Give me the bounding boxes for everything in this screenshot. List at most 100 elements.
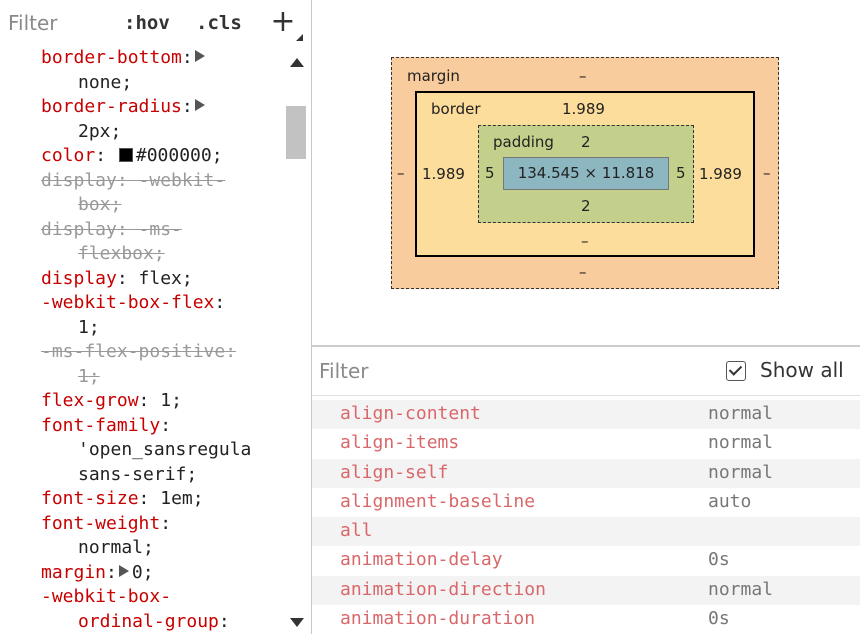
style-property-font-weight[interactable]: font-weight: normal; bbox=[0, 512, 282, 561]
show-all-label[interactable]: Show all bbox=[760, 358, 844, 382]
border-label: border bbox=[431, 100, 481, 118]
property-value[interactable]: 'open_sansregula bbox=[78, 439, 251, 460]
property-value[interactable]: none bbox=[78, 72, 121, 93]
property-name[interactable]: display bbox=[41, 219, 117, 240]
computed-property-value: normal bbox=[708, 461, 774, 483]
computed-property-value: 0s bbox=[708, 608, 730, 630]
margin-left-value[interactable]: – bbox=[397, 164, 405, 182]
property-value[interactable]: 1em bbox=[149, 488, 193, 509]
margin-bottom-value[interactable]: – bbox=[579, 263, 587, 281]
expand-triangle-icon[interactable] bbox=[194, 50, 205, 62]
computed-row[interactable]: align-items normal bbox=[312, 429, 860, 458]
computed-property-name[interactable]: alignment-baseline bbox=[340, 491, 535, 512]
property-name[interactable]: -webkit-box-flex bbox=[41, 292, 214, 313]
property-name[interactable]: -ms-flex-positive bbox=[41, 341, 225, 362]
computed-property-name[interactable]: animation-direction bbox=[340, 579, 546, 600]
padding-left-value[interactable]: 5 bbox=[485, 164, 495, 182]
style-property-font-size[interactable]: font-size: 1em; bbox=[0, 487, 282, 512]
computed-property-value: normal bbox=[708, 432, 774, 454]
computed-row[interactable]: align-content normal bbox=[312, 400, 860, 430]
style-property-margin[interactable]: margin: 0; bbox=[0, 561, 282, 586]
styles-scrollbar[interactable] bbox=[282, 46, 311, 634]
expand-triangle-icon[interactable] bbox=[118, 564, 129, 577]
border-left-value[interactable]: 1.989 bbox=[422, 165, 465, 183]
border-top-value[interactable]: 1.989 bbox=[562, 100, 605, 118]
margin-top-value[interactable]: – bbox=[579, 67, 587, 85]
computed-row[interactable]: animation-direction normal bbox=[312, 575, 860, 606]
property-name[interactable]: display bbox=[41, 170, 117, 191]
show-all-checkbox[interactable] bbox=[726, 361, 746, 381]
property-name[interactable]: border-radius bbox=[41, 96, 182, 117]
property-value-continued: sans-serif bbox=[78, 463, 187, 485]
computed-filter-input[interactable] bbox=[312, 353, 612, 389]
property-value[interactable]: 0 bbox=[132, 562, 143, 583]
property-name[interactable]: font-family bbox=[41, 415, 160, 436]
computed-property-name[interactable]: align-content bbox=[340, 403, 481, 424]
box-model-border[interactable]: border 1.989 1.989 1.989 – padding 2 5 5… bbox=[415, 91, 755, 257]
style-property-font-family[interactable]: font-family: 'open_sansregula sans-serif… bbox=[0, 414, 282, 488]
scroll-down-arrow-icon[interactable] bbox=[290, 618, 304, 627]
style-property-border-radius[interactable]: border-radius: 2px; bbox=[0, 95, 282, 144]
computed-property-name[interactable]: animation-delay bbox=[340, 549, 503, 570]
box-model-padding[interactable]: padding 2 5 5 2 134.545 × 11.818 bbox=[478, 125, 694, 223]
property-name[interactable]: font-weight bbox=[41, 513, 160, 534]
computed-property-name[interactable]: align-self bbox=[340, 462, 448, 483]
styles-toolbar: :hov .cls + bbox=[0, 0, 311, 46]
padding-label: padding bbox=[493, 133, 554, 151]
property-value-continued: box bbox=[78, 194, 111, 215]
hov-toggle-button[interactable]: :hov bbox=[124, 12, 170, 34]
computed-row[interactable]: align-self normal bbox=[312, 458, 860, 488]
style-property-flex-grow[interactable]: flex-grow: 1; bbox=[0, 389, 282, 414]
new-rule-menu-corner-icon[interactable] bbox=[296, 34, 303, 41]
property-value[interactable]: 1 bbox=[78, 317, 89, 338]
property-value[interactable]: flex bbox=[128, 268, 182, 289]
computed-property-name[interactable]: animation-duration bbox=[340, 608, 535, 629]
computed-row[interactable]: all bbox=[312, 517, 860, 547]
computed-properties-list: align-content normal align-items normal al… bbox=[312, 400, 860, 634]
property-name[interactable]: display bbox=[41, 268, 117, 289]
scrollbar-thumb[interactable] bbox=[286, 106, 306, 159]
computed-row[interactable]: animation-delay 0s bbox=[312, 546, 860, 575]
new-style-rule-button[interactable]: + bbox=[266, 4, 300, 40]
expand-triangle-icon[interactable] bbox=[194, 99, 205, 111]
padding-right-value[interactable]: 5 bbox=[676, 164, 686, 182]
padding-bottom-value[interactable]: 2 bbox=[581, 197, 591, 215]
computed-property-name[interactable]: all bbox=[340, 520, 373, 541]
property-value[interactable]: 1 bbox=[78, 366, 89, 387]
property-name[interactable]: flex-grow bbox=[41, 390, 139, 411]
style-property-ms-flex-positive-overridden[interactable]: -ms-flex-positive: 1; bbox=[0, 340, 282, 389]
property-value[interactable]: normal bbox=[78, 537, 143, 558]
border-bottom-value[interactable]: – bbox=[581, 232, 589, 250]
style-property-webkit-box-flex[interactable]: -webkit-box-flex: 1; bbox=[0, 291, 282, 340]
style-property-webkit-box-ordinal-group[interactable]: -webkit-box- ordinal-group: 3; bbox=[0, 585, 282, 634]
style-property-display[interactable]: display: flex; bbox=[0, 267, 282, 292]
box-model-content-size[interactable]: 134.545 × 11.818 bbox=[503, 157, 669, 190]
style-property-border-bottom[interactable]: border-bottom: none; bbox=[0, 46, 282, 95]
property-value[interactable]: #000000 bbox=[136, 145, 212, 166]
computed-toolbar: Show all bbox=[312, 347, 860, 395]
computed-row[interactable]: animation-duration 0s bbox=[312, 605, 860, 634]
color-swatch[interactable] bbox=[118, 148, 133, 162]
padding-top-value[interactable]: 2 bbox=[581, 133, 591, 151]
border-right-value[interactable]: 1.989 bbox=[699, 165, 742, 183]
checkmark-icon bbox=[728, 362, 743, 376]
scroll-up-arrow-icon[interactable] bbox=[290, 58, 304, 67]
property-value[interactable]: -ms- bbox=[128, 219, 182, 240]
box-model-margin[interactable]: margin – – – – border 1.989 1.989 1.989 … bbox=[391, 57, 779, 289]
style-property-color[interactable]: color: #000000; bbox=[0, 144, 282, 169]
cls-toggle-button[interactable]: .cls bbox=[196, 12, 242, 34]
property-name[interactable]: color bbox=[41, 145, 95, 166]
style-property-display-overridden[interactable]: display: -webkit- box; bbox=[0, 169, 282, 218]
property-name[interactable]: -webkit-box- bbox=[41, 586, 171, 607]
style-property-display-overridden[interactable]: display: -ms- flexbox; bbox=[0, 218, 282, 267]
computed-property-name[interactable]: align-items bbox=[340, 432, 459, 453]
property-value[interactable]: 1 bbox=[149, 390, 171, 411]
property-value[interactable]: 2px bbox=[78, 121, 111, 142]
property-name[interactable]: font-size bbox=[41, 488, 139, 509]
computed-row[interactable]: alignment-baseline auto bbox=[312, 488, 860, 517]
property-value[interactable]: -webkit- bbox=[128, 170, 226, 191]
styles-filter-input[interactable] bbox=[0, 6, 110, 40]
margin-right-value[interactable]: – bbox=[763, 164, 771, 182]
property-name[interactable]: border-bottom bbox=[41, 47, 182, 68]
property-name[interactable]: margin bbox=[41, 562, 106, 583]
